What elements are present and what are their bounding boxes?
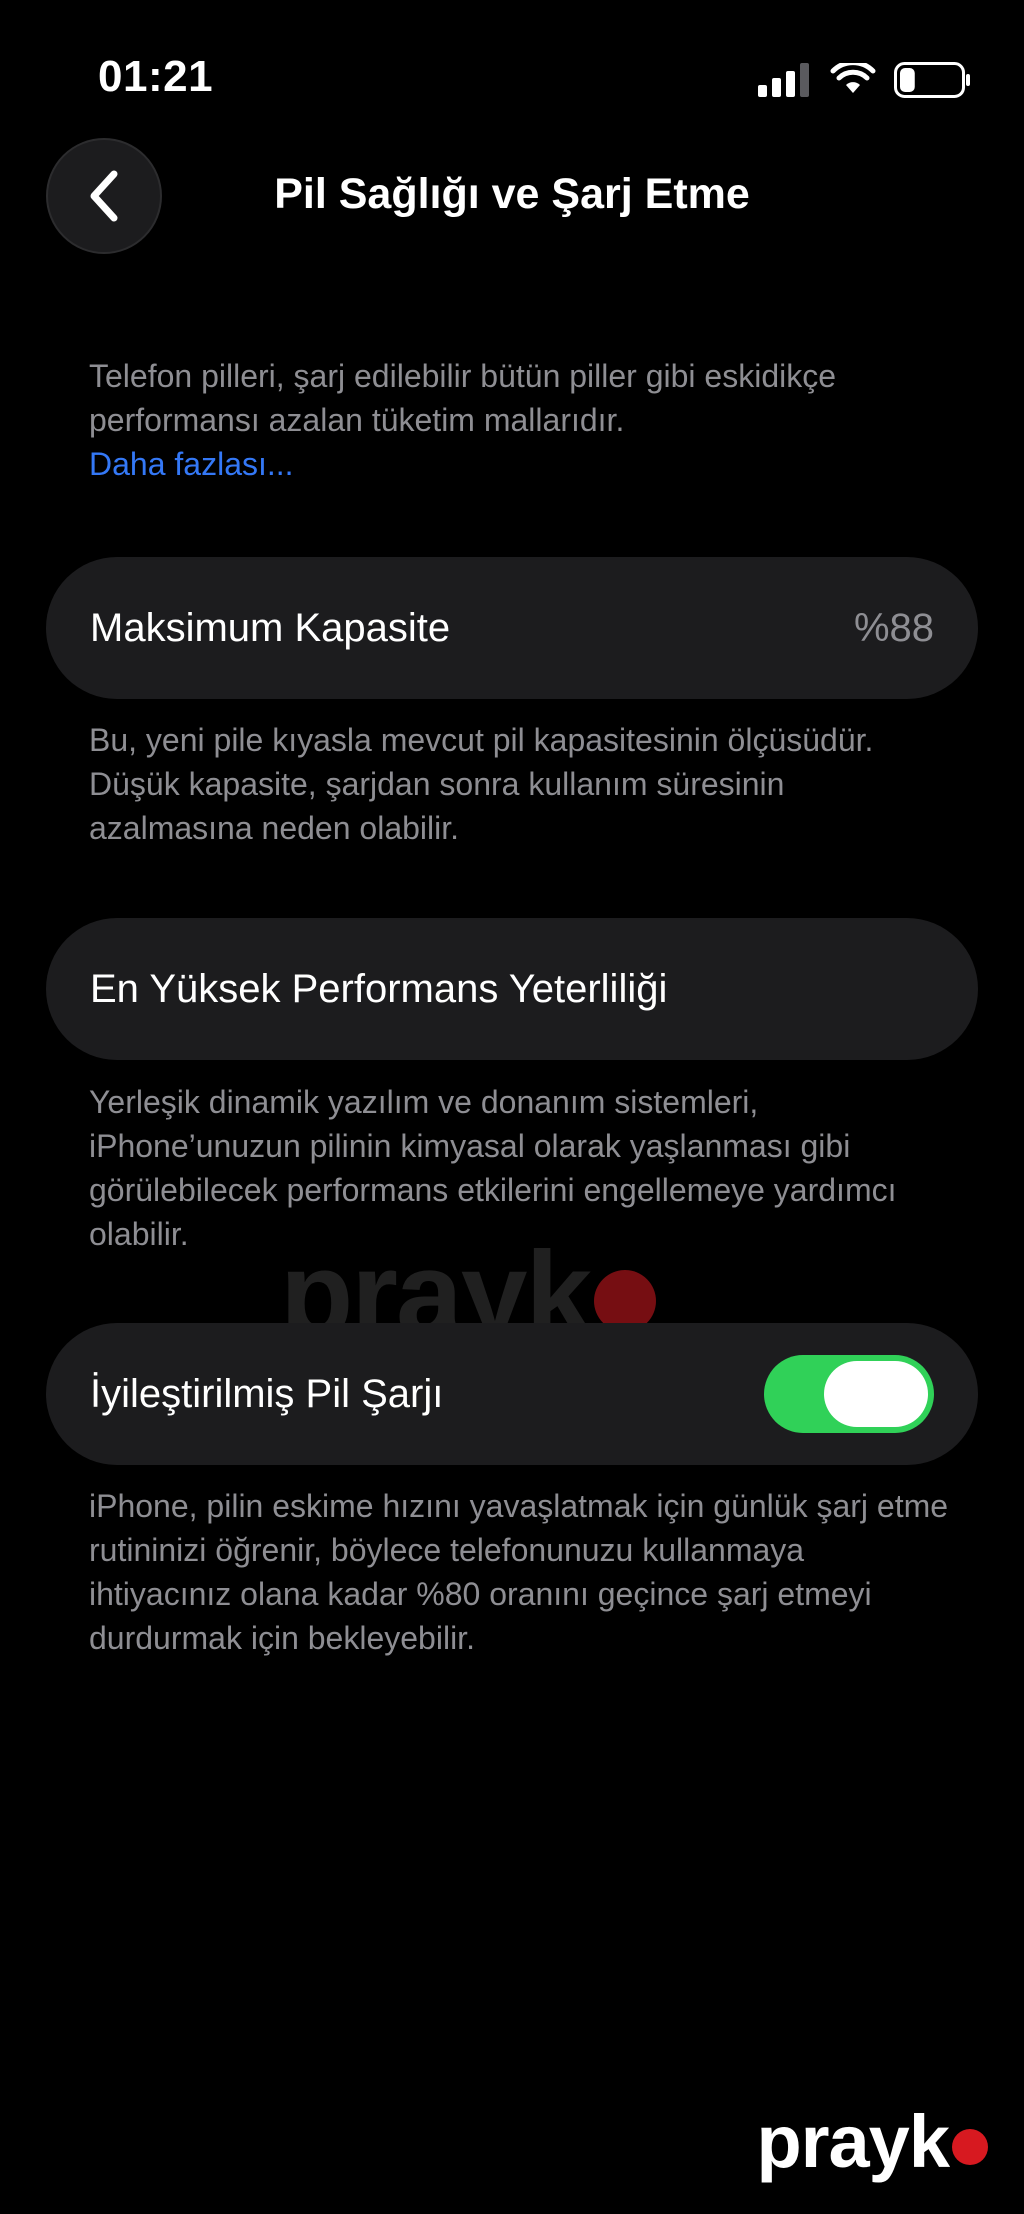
brand-logo-dot	[952, 2128, 988, 2165]
chevron-left-icon	[90, 170, 118, 222]
intro-text: Telefon pilleri, şarj edilebilir bütün p…	[89, 358, 837, 438]
intro-description: Telefon pilleri, şarj edilebilir bütün p…	[89, 354, 954, 486]
peak-performance-cell: En Yüksek Performans Yeterliliği	[46, 918, 978, 1060]
max-capacity-cell: Maksimum Kapasite %88	[46, 557, 978, 699]
peak-performance-label: En Yüksek Performans Yeterliliği	[90, 966, 668, 1011]
back-button[interactable]	[46, 138, 162, 254]
optimized-charging-label: İyileştirilmiş Pil Şarjı	[90, 1371, 444, 1416]
max-capacity-description: Bu, yeni pile kıyasla mevcut pil kapasit…	[89, 722, 874, 846]
max-capacity-value: %88	[853, 605, 934, 650]
battery-icon	[894, 62, 970, 98]
learn-more-link[interactable]: Daha fazlası...	[89, 442, 954, 486]
page-title: Pil Sağlığı ve Şarj Etme	[274, 170, 750, 218]
brand-logo-text: prayk	[756, 2100, 950, 2183]
optimized-charging-cell: İyileştirilmiş Pil Şarjı	[46, 1323, 978, 1465]
max-capacity-label: Maksimum Kapasite	[90, 605, 451, 650]
toggle-knob	[824, 1361, 928, 1427]
wifi-icon	[830, 63, 876, 93]
brand-logo: prayk	[757, 2099, 988, 2184]
cellular-signal-icon	[758, 63, 809, 97]
optimized-charging-toggle[interactable]	[764, 1355, 934, 1433]
status-time: 01:21	[98, 52, 214, 101]
optimized-charging-description: iPhone, pilin eskime hızını yavaşlatmak …	[89, 1488, 949, 1656]
status-icons	[758, 58, 972, 102]
